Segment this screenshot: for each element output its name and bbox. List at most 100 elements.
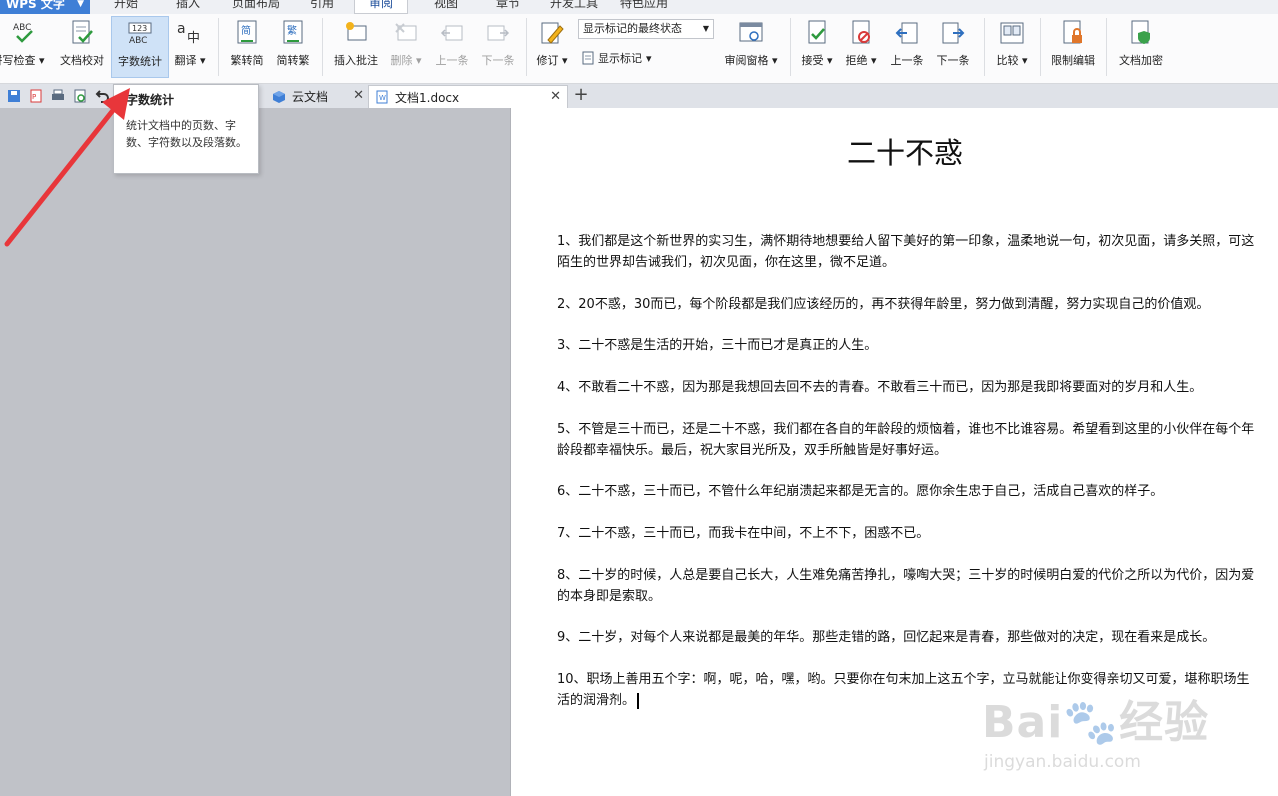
paragraph[interactable]: 7、二十不惑，三十而已，而我卡在中间，不上不下，困惑不已。 <box>557 523 1262 544</box>
paragraph[interactable]: 8、二十岁的时候，人总是要自己长大，人生难免痛苦挣扎，嚎啕大哭；三十岁的时候明白… <box>557 565 1262 607</box>
tab-document[interactable]: W 文档1.docx ✕ <box>368 85 568 108</box>
review-ribbon: ABC 拼写检查 ▾ 文档校对 123 ABC 字数统计 a中 翻译 ▾ 简 <box>0 14 1278 84</box>
translate-button[interactable]: a中 翻译 ▾ <box>171 16 209 78</box>
review-pane-label: 审阅窗格 <box>724 54 769 67</box>
review-pane-icon <box>736 18 766 48</box>
doc-proof-button[interactable]: 文档校对 <box>56 16 108 78</box>
tab-review[interactable]: 审阅 <box>354 0 409 14</box>
next-change-icon <box>938 18 968 48</box>
spell-check-label: 拼写检查 <box>0 54 36 67</box>
delete-comment-icon <box>391 18 421 48</box>
next-change-label: 下一条 <box>936 54 970 67</box>
close-icon[interactable]: ✕ <box>550 89 561 104</box>
prev-change-button[interactable]: 上一条 <box>886 16 928 78</box>
paragraph[interactable]: 2、20不惑，30而已，每个阶段都是我们应该经历的，再不获得年龄里，努力做到清醒… <box>557 294 1262 315</box>
track-changes-button[interactable]: 修订 ▾ <box>532 16 572 78</box>
word-count-button[interactable]: 123 ABC 字数统计 <box>111 16 169 78</box>
paragraph[interactable]: 9、二十岁，对每个人来说都是最美的年华。那些走错的路，回忆起来是青春，那些做对的… <box>557 627 1262 648</box>
chevron-down-icon: ▼ <box>77 0 84 9</box>
trad-to-simp-label: 繁转简 <box>230 54 264 67</box>
tab-insert[interactable]: 插入 <box>162 0 214 14</box>
tooltip-title: 字数统计 <box>126 93 175 107</box>
prev-comment-button[interactable]: 上一条 <box>432 16 472 78</box>
paragraph[interactable]: 1、我们都是这个新世界的实习生，满怀期待地想要给人留下美好的第一印象，温柔地说一… <box>557 231 1262 273</box>
menu-bar: WPS 文字 ▼ 开始 插入 页面布局 引用 审阅 视图 章节 开发工具 特色应… <box>0 0 1278 14</box>
accept-label: 接受 <box>801 54 824 67</box>
lock-icon <box>1058 18 1088 48</box>
watermark-logo-text: Bai🐾经验 <box>982 697 1210 748</box>
next-change-button[interactable]: 下一条 <box>932 16 974 78</box>
wps-writer-window: WPS 文字 ▼ 开始 插入 页面布局 引用 审阅 视图 章节 开发工具 特色应… <box>0 0 1278 796</box>
markup-state-select[interactable]: 显示标记的最终状态 ▼ <box>578 19 714 39</box>
paragraph[interactable]: 4、不敢看二十不惑，因为那是我想回去回不去的青春。不敢看三十而已，因为那是我即将… <box>557 377 1262 398</box>
close-icon[interactable]: ✕ <box>353 88 364 103</box>
ribbon-divider <box>984 18 985 76</box>
trad-to-simp-button[interactable]: 简 繁转简 <box>226 16 268 78</box>
markup-state-value: 显示标记的最终状态 <box>583 22 682 35</box>
ribbon-divider <box>526 18 527 76</box>
translate-label: 翻译 <box>174 54 197 67</box>
word-count-icon: 123 ABC <box>125 19 155 49</box>
translate-icon: a中 <box>175 18 205 48</box>
tab-developer[interactable]: 开发工具 <box>536 0 612 14</box>
restrict-edit-button[interactable]: 限制编辑 <box>1046 16 1100 78</box>
trad-to-simp-icon: 简 <box>232 18 262 48</box>
cloud-doc-icon <box>273 90 285 103</box>
reject-label: 拒绝 <box>845 54 868 67</box>
ribbon-divider <box>218 18 219 76</box>
baidu-jingyan-watermark: Bai🐾经验 jingyan.baidu.com <box>982 686 1272 772</box>
accept-button[interactable]: 接受 ▾ <box>798 16 836 78</box>
chevron-down-icon: ▼ <box>702 24 709 33</box>
simp-to-trad-button[interactable]: 繁 简转繁 <box>272 16 314 78</box>
spell-check-button[interactable]: ABC 拼写检查 ▾ <box>0 16 50 78</box>
tab-features[interactable]: 特色应用 <box>606 0 682 14</box>
track-changes-icon <box>537 18 567 48</box>
svg-text:简: 简 <box>241 24 251 37</box>
prev-comment-icon <box>437 18 467 48</box>
tooltip-body: 统计文档中的页数、字数、字符数以及段落数。 <box>126 119 247 149</box>
svg-text:ABC: ABC <box>13 23 31 33</box>
cloud-doc-label: 云文档 <box>292 90 329 104</box>
insert-comment-button[interactable]: 插入批注 <box>330 16 382 78</box>
tab-chapter[interactable]: 章节 <box>482 0 534 14</box>
compare-button[interactable]: 比较 ▾ <box>992 16 1032 78</box>
tab-cloud-docs[interactable]: 云文档 ✕ <box>266 85 370 108</box>
delete-comment-button[interactable]: 删除 ▾ <box>386 16 426 78</box>
reject-button[interactable]: 拒绝 ▾ <box>842 16 880 78</box>
svg-text:繁: 繁 <box>287 24 297 37</box>
tab-references[interactable]: 引用 <box>296 0 348 14</box>
paragraph[interactable]: 6、二十不惑，三十而已，不管什么年纪崩溃起来都是无言的。愿你余生忠于自己，活成自… <box>557 481 1262 502</box>
shield-icon <box>1126 18 1156 48</box>
svg-text:ABC: ABC <box>129 36 147 46</box>
next-label: 下一条 <box>481 54 515 67</box>
document-title[interactable]: 二十不惑 <box>510 130 1278 172</box>
insert-comment-icon <box>341 18 371 48</box>
encrypt-button[interactable]: 文档加密 <box>1114 16 1168 78</box>
svg-text:W: W <box>379 94 386 102</box>
svg-text:a: a <box>177 21 186 37</box>
prev-change-label: 上一条 <box>890 54 924 67</box>
spell-check-icon: ABC <box>10 18 40 48</box>
word-doc-icon: W <box>376 90 388 104</box>
show-markup-button[interactable]: 显示标记 ▾ <box>582 50 652 66</box>
prev-change-icon <box>892 18 922 48</box>
paragraph[interactable]: 3、二十不惑是生活的开始，三十而已才是真正的人生。 <box>557 335 1262 356</box>
new-tab-button[interactable]: + <box>572 84 590 108</box>
encrypt-label: 文档加密 <box>1119 54 1163 67</box>
tab-home[interactable]: 开始 <box>100 0 152 14</box>
text-cursor <box>637 692 640 709</box>
document-tab-label: 文档1.docx <box>395 90 460 105</box>
review-pane-button[interactable]: 审阅窗格 ▾ <box>720 16 782 78</box>
simp-to-trad-icon: 繁 <box>278 18 308 48</box>
word-count-label: 字数统计 <box>118 55 162 68</box>
show-markup-icon <box>582 51 594 65</box>
app-menu-label: WPS 文字 <box>6 0 65 11</box>
doc-proof-label: 文档校对 <box>60 54 104 67</box>
next-comment-button[interactable]: 下一条 <box>478 16 518 78</box>
red-arrow-annotation <box>4 88 130 247</box>
app-menu-button[interactable]: WPS 文字 ▼ <box>0 0 90 14</box>
ribbon-divider <box>790 18 791 76</box>
tab-page-layout[interactable]: 页面布局 <box>218 0 294 14</box>
tab-view[interactable]: 视图 <box>420 0 472 14</box>
paragraph[interactable]: 5、不管是三十而已，还是二十不惑，我们都在各自的年龄段的烦恼着，谁也不比谁容易。… <box>557 419 1262 461</box>
